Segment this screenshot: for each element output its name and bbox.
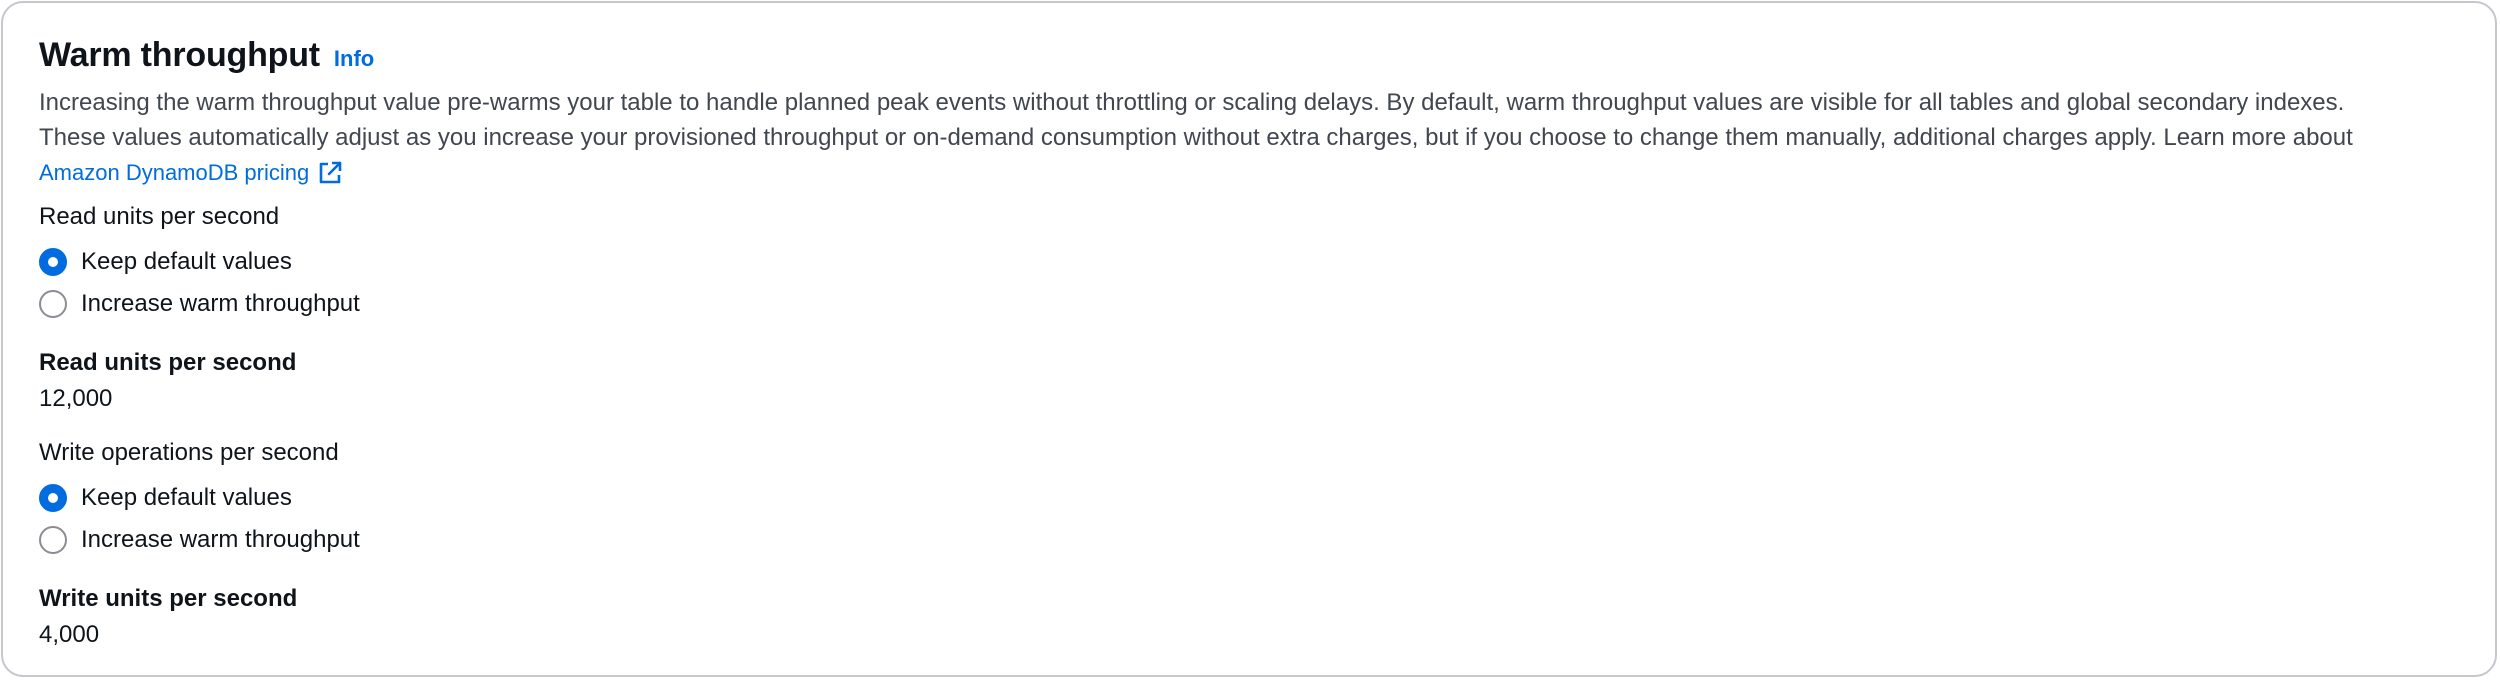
write-keep-default-radio[interactable] xyxy=(39,484,67,512)
write-units-section: Write operations per second Keep default… xyxy=(39,437,360,651)
read-increase-option[interactable]: Increase warm throughput xyxy=(39,283,360,325)
write-keep-default-label: Keep default values xyxy=(81,484,292,511)
description-line-1: Increasing the warm throughput value pre… xyxy=(39,89,2345,116)
dynamodb-pricing-link[interactable]: Amazon DynamoDB pricing xyxy=(39,157,343,189)
read-increase-label: Increase warm throughput xyxy=(81,290,360,317)
write-increase-radio[interactable] xyxy=(39,526,67,554)
read-keep-default-option[interactable]: Keep default values xyxy=(39,241,360,283)
read-keep-default-radio[interactable] xyxy=(39,248,67,276)
write-keep-default-option[interactable]: Keep default values xyxy=(39,477,360,519)
write-units-value-block: Write units per second 4,000 xyxy=(39,583,360,651)
read-increase-radio[interactable] xyxy=(39,290,67,318)
warm-throughput-panel: Warm throughput Info Increasing the warm… xyxy=(1,1,2497,677)
write-increase-option[interactable]: Increase warm throughput xyxy=(39,519,360,561)
dynamodb-pricing-link-label: Amazon DynamoDB pricing xyxy=(39,160,310,185)
read-units-value-block: Read units per second 12,000 xyxy=(39,347,360,415)
read-units-key: Read units per second xyxy=(39,349,297,376)
panel-header: Warm throughput Info xyxy=(39,33,2469,77)
external-link-icon xyxy=(319,161,342,184)
read-units-group-label: Read units per second xyxy=(39,203,280,230)
panel-title: Warm throughput xyxy=(39,36,320,74)
panel-content: Warm throughput Info Increasing the warm… xyxy=(39,33,2469,648)
write-increase-label: Increase warm throughput xyxy=(81,526,360,553)
write-units-radio-group: Keep default values Increase warm throug… xyxy=(39,477,360,561)
info-link[interactable]: Info xyxy=(334,46,374,72)
read-keep-default-label: Keep default values xyxy=(81,248,292,275)
read-units-value: 12,000 xyxy=(39,385,113,412)
write-units-key: Write units per second xyxy=(39,585,298,612)
read-units-section: Read units per second Keep default value… xyxy=(39,201,360,415)
panel-description: Increasing the warm throughput value pre… xyxy=(39,85,2469,190)
read-units-radio-group: Keep default values Increase warm throug… xyxy=(39,241,360,325)
write-ops-group-label: Write operations per second xyxy=(39,439,339,466)
description-line-2: These values automatically adjust as you… xyxy=(39,124,2353,151)
write-units-value: 4,000 xyxy=(39,621,100,648)
